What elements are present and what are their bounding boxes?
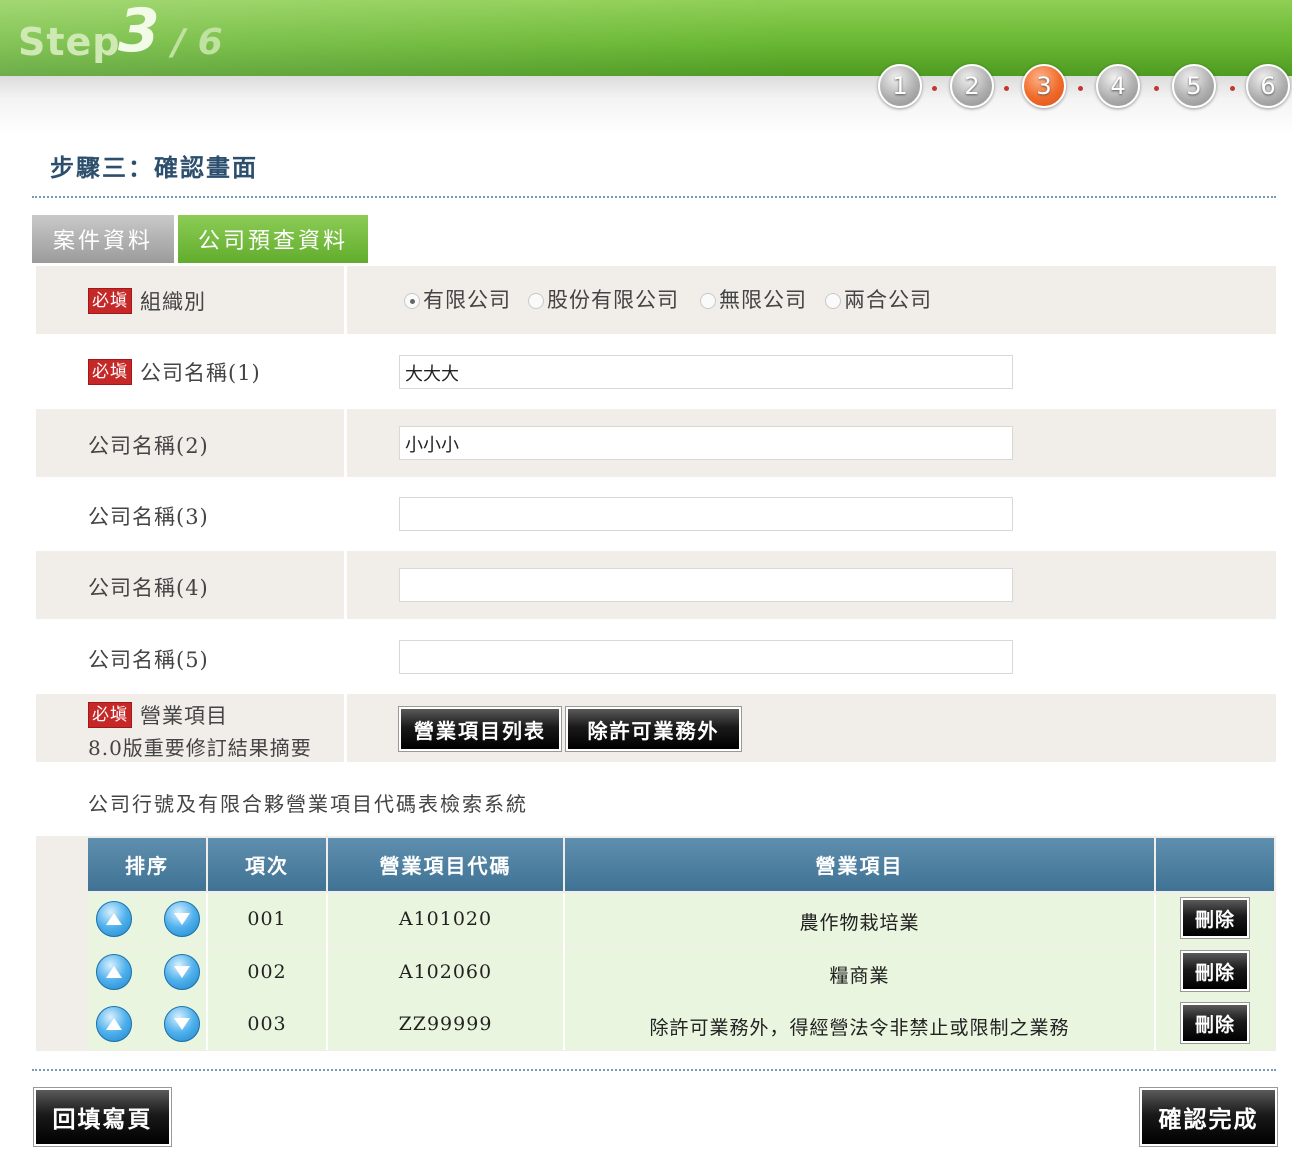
- column-divider: [1154, 893, 1156, 1050]
- step-indicator-5: 5: [1172, 64, 1216, 108]
- company-name-4-input[interactable]: [399, 568, 1013, 602]
- header-code: 營業項目代碼: [328, 838, 563, 891]
- step-word: Step: [18, 20, 121, 64]
- company-name-1-label-text: 公司名稱(1): [140, 361, 261, 385]
- row-index: 003: [247, 1013, 287, 1035]
- header-sort: 排序: [88, 838, 206, 891]
- radio-label: 有限公司: [423, 288, 511, 312]
- header-index: 項次: [208, 838, 326, 891]
- required-badge: 必塡: [88, 702, 132, 728]
- row-index: 001: [247, 908, 287, 930]
- divider: [32, 1069, 1276, 1071]
- radio-option-partnership[interactable]: 兩合公司: [825, 284, 932, 314]
- company-name-5-input[interactable]: [399, 640, 1013, 674]
- row-index: 002: [247, 961, 287, 983]
- step-indicator-1: 1: [878, 64, 922, 108]
- delete-button[interactable]: 刪除: [1180, 1002, 1250, 1044]
- row-item: 糧商業: [829, 964, 890, 987]
- row-separator: [344, 551, 347, 619]
- company-name-5-label: 公司名稱(5): [88, 648, 209, 672]
- radio-checked-icon[interactable]: [404, 293, 420, 309]
- row-code: A101020: [398, 908, 493, 930]
- step-dot: [1004, 86, 1009, 91]
- required-badge: 必塡: [88, 288, 132, 314]
- row-code: A102060: [398, 961, 493, 983]
- company-name-3-label: 公司名稱(3): [88, 505, 209, 529]
- company-name-4-label: 公司名稱(4): [88, 576, 209, 600]
- radio-label: 無限公司: [719, 288, 807, 312]
- move-up-icon[interactable]: [96, 1006, 132, 1042]
- radio-label: 兩合公司: [844, 288, 932, 312]
- radio-label: 股份有限公司: [547, 288, 679, 312]
- step-dot: [932, 86, 937, 91]
- confirm-complete-button[interactable]: 確認完成: [1139, 1087, 1278, 1147]
- move-down-icon[interactable]: [164, 1006, 200, 1042]
- company-name-2-input[interactable]: 小小小: [399, 426, 1013, 460]
- divider: [32, 196, 1276, 198]
- radio-unchecked-icon[interactable]: [700, 293, 716, 309]
- org-type-label: 必塡 組織別: [88, 286, 206, 316]
- step-dot: [1078, 86, 1083, 91]
- step-indicator-3: 3: [1022, 64, 1066, 108]
- step-dot: [1154, 86, 1159, 91]
- back-to-edit-button[interactable]: 回填寫頁: [33, 1087, 172, 1147]
- step-indicator-4: 4: [1096, 64, 1140, 108]
- company-name-2-label: 公司名稱(2): [88, 434, 209, 458]
- row-item: 除許可業務外，得經營法令非禁止或限制之業務: [649, 1016, 1070, 1039]
- radio-option-unlimited[interactable]: 無限公司: [700, 284, 807, 314]
- revision-summary-link[interactable]: 8.0版重要修訂結果摘要: [88, 732, 312, 761]
- step-total: / 6: [172, 22, 223, 63]
- row-separator: [344, 694, 347, 762]
- step-indicator-2: 2: [950, 64, 994, 108]
- business-label: 必塡 營業項目: [88, 700, 228, 730]
- exclude-license-button[interactable]: 除許可業務外: [565, 706, 742, 752]
- step-dot: [1230, 86, 1235, 91]
- move-down-icon[interactable]: [164, 954, 200, 990]
- company-name-3-input[interactable]: [399, 497, 1013, 531]
- code-search-system-link[interactable]: 公司行號及有限合夥營業項目代碼表檢索系統: [88, 788, 528, 817]
- move-up-icon[interactable]: [96, 901, 132, 937]
- org-type-label-text: 組織別: [140, 290, 206, 314]
- delete-button[interactable]: 刪除: [1180, 950, 1250, 992]
- business-label-text: 營業項目: [140, 704, 228, 728]
- radio-option-limited[interactable]: 有限公司: [404, 284, 511, 314]
- row-item: 農作物栽培業: [799, 911, 920, 934]
- company-name-1-label: 必塡 公司名稱(1): [88, 357, 261, 387]
- row-separator: [344, 266, 347, 334]
- business-list-button[interactable]: 營業項目列表: [398, 706, 562, 752]
- row-separator: [344, 409, 347, 477]
- header-action: [1156, 838, 1274, 891]
- tab-case-info[interactable]: 案件資料: [32, 215, 174, 263]
- step-indicator-6: 6: [1246, 64, 1290, 108]
- move-down-icon[interactable]: [164, 901, 200, 937]
- tab-company-precheck[interactable]: 公司預查資料: [178, 215, 368, 263]
- step-current: 3: [118, 0, 160, 66]
- radio-unchecked-icon[interactable]: [528, 293, 544, 309]
- page-title: 步驟三：確認畫面: [50, 153, 258, 182]
- header-item: 營業項目: [565, 838, 1154, 891]
- required-badge: 必塡: [88, 359, 132, 385]
- company-name-1-input[interactable]: 大大大: [399, 355, 1013, 389]
- radio-unchecked-icon[interactable]: [825, 293, 841, 309]
- row-code: ZZ99999: [398, 1013, 493, 1035]
- radio-option-shares[interactable]: 股份有限公司: [528, 284, 679, 314]
- delete-button[interactable]: 刪除: [1180, 897, 1250, 939]
- move-up-icon[interactable]: [96, 954, 132, 990]
